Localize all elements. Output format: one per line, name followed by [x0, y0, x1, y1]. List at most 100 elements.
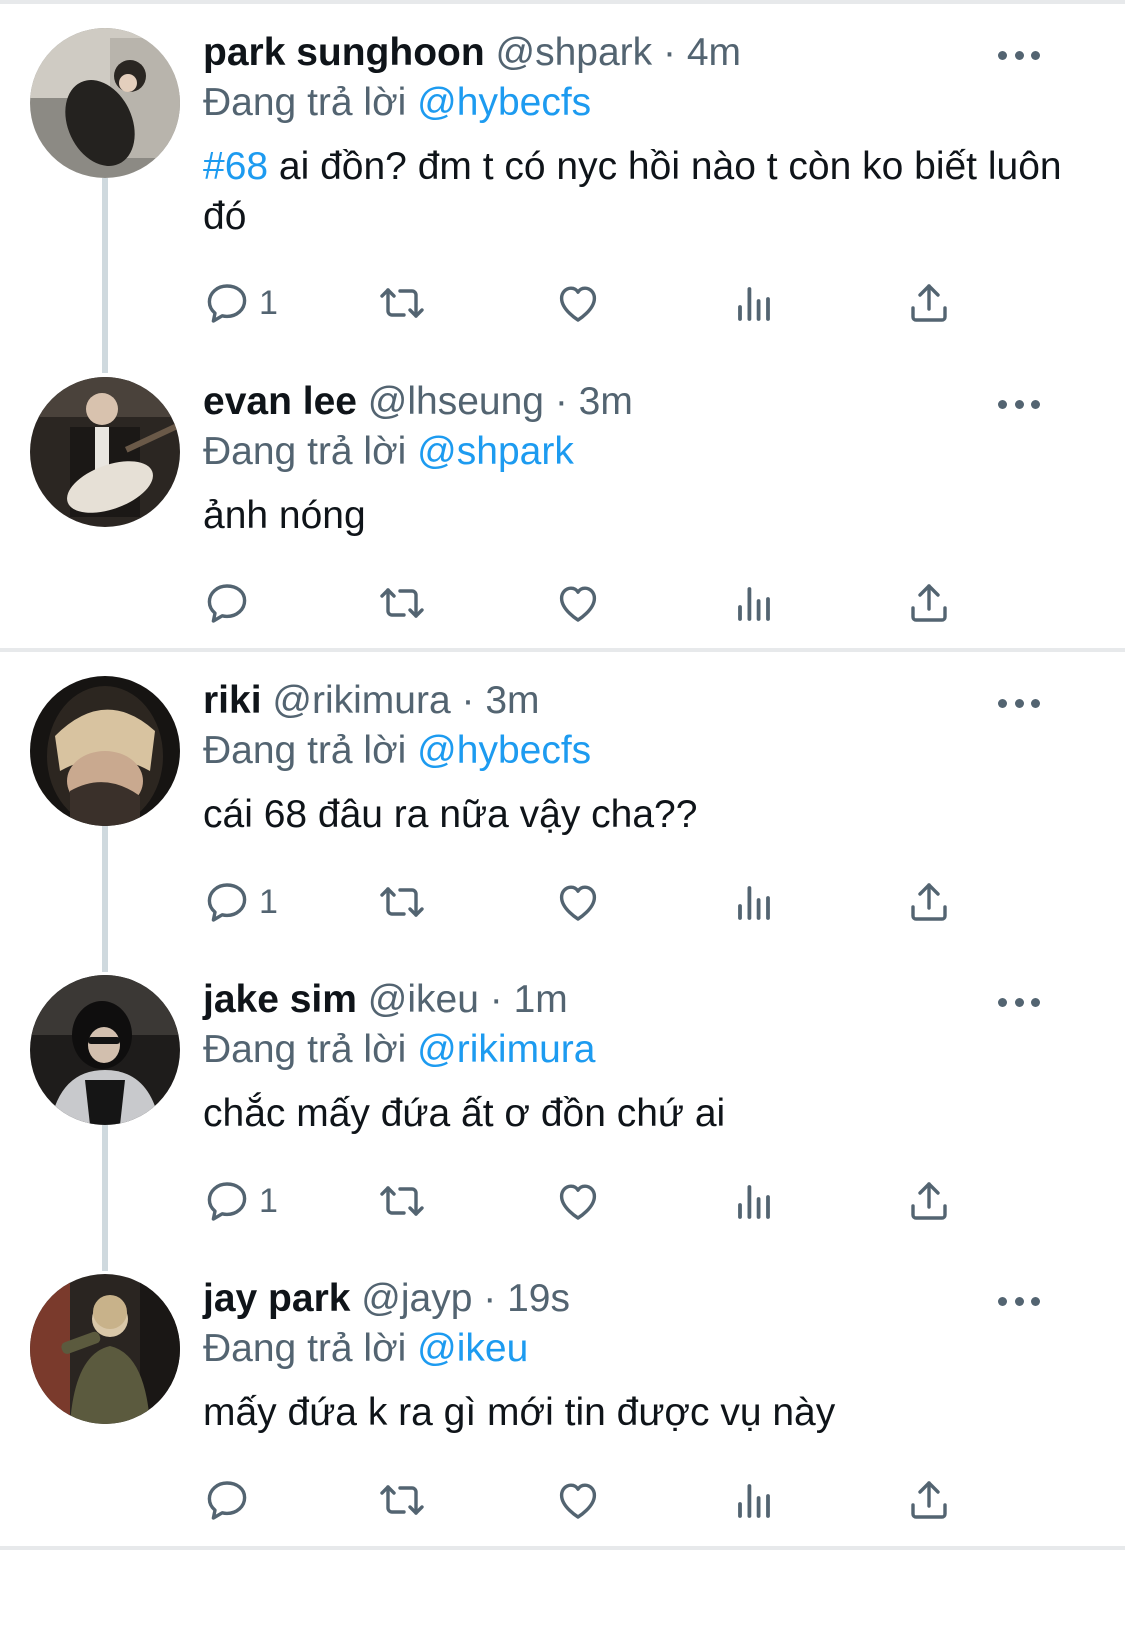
reply-icon — [203, 1476, 251, 1524]
reply-icon — [203, 579, 251, 627]
share-icon — [905, 1177, 953, 1225]
reply-count: 1 — [259, 1181, 278, 1220]
timestamp[interactable]: · 1m — [490, 978, 568, 1021]
reply-prefix: Đang trả lời — [203, 81, 407, 124]
handle[interactable]: @lhseung — [368, 380, 544, 423]
retweet-icon — [378, 1177, 426, 1225]
views-button[interactable] — [730, 1475, 778, 1525]
reply-icon — [203, 279, 251, 327]
display-name[interactable]: evan lee — [203, 380, 357, 423]
tweet-text: chắc mấy đứa ất ơ đồn chứ ai — [203, 1089, 1083, 1139]
views-icon — [730, 878, 778, 926]
tweet-header: jake sim @ikeu · 1m — [203, 975, 1083, 1025]
views-button[interactable] — [730, 1176, 778, 1226]
timestamp[interactable]: · 3m — [462, 679, 540, 722]
replying-to: Đang trả lời @rikimura — [203, 1025, 1083, 1075]
replying-to: Đang trả lời @hybecfs — [203, 726, 1083, 776]
timestamp[interactable]: · 4m — [663, 31, 741, 74]
display-name[interactable]: park sunghoon — [203, 31, 485, 74]
display-name[interactable]: jake sim — [203, 978, 357, 1021]
views-button[interactable] — [730, 877, 778, 927]
avatar[interactable] — [30, 28, 180, 178]
avatar[interactable] — [30, 676, 180, 826]
reply-prefix: Đang trả lời — [203, 729, 407, 772]
mention-link[interactable]: @rikimura — [417, 1028, 595, 1071]
reply-count: 1 — [259, 283, 278, 322]
top-divider — [0, 0, 1125, 4]
display-name[interactable]: jay park — [203, 1277, 350, 1320]
views-icon — [730, 1177, 778, 1225]
thread-line — [102, 1125, 108, 1271]
tweet-body: mấy đứa k ra gì mới tin được vụ này — [203, 1391, 836, 1434]
like-button[interactable] — [554, 578, 602, 628]
share-icon — [905, 1476, 953, 1524]
mention-link[interactable]: @hybecfs — [417, 729, 591, 772]
reply-prefix: Đang trả lời — [203, 430, 407, 473]
tweet-header: riki @rikimura · 3m — [203, 676, 1083, 726]
retweet-button[interactable] — [378, 278, 426, 328]
thread-line — [102, 178, 108, 373]
reply-button[interactable]: 1 — [203, 278, 278, 328]
views-icon — [730, 279, 778, 327]
timestamp[interactable]: · 3m — [555, 380, 633, 423]
share-icon — [905, 878, 953, 926]
share-button[interactable] — [905, 877, 953, 927]
reply-icon — [203, 1177, 251, 1225]
views-icon — [730, 1476, 778, 1524]
replying-to: Đang trả lời @hybecfs — [203, 78, 1083, 128]
like-button[interactable] — [554, 1475, 602, 1525]
share-icon — [905, 579, 953, 627]
tweet-text: cái 68 đâu ra nữa vậy cha?? — [203, 790, 1083, 840]
like-icon — [554, 1177, 602, 1225]
reply-button[interactable]: 1 — [203, 1176, 278, 1226]
share-button[interactable] — [905, 578, 953, 628]
mention-link[interactable]: @shpark — [417, 430, 574, 473]
retweet-button[interactable] — [378, 877, 426, 927]
mention-link[interactable]: @ikeu — [417, 1327, 528, 1370]
handle[interactable]: @rikimura — [272, 679, 450, 722]
views-button[interactable] — [730, 278, 778, 328]
tweet-body: chắc mấy đứa ất ơ đồn chứ ai — [203, 1092, 726, 1135]
tweet-body: cái 68 đâu ra nữa vậy cha?? — [203, 793, 698, 836]
like-icon — [554, 579, 602, 627]
handle[interactable]: @shpark — [496, 31, 653, 74]
display-name[interactable]: riki — [203, 679, 262, 722]
reply-count: 1 — [259, 882, 278, 921]
retweet-button[interactable] — [378, 1176, 426, 1226]
tweet-actions: 1 — [203, 1176, 963, 1226]
reply-button[interactable] — [203, 578, 259, 628]
tweet-text: mấy đứa k ra gì mới tin được vụ này — [203, 1388, 1083, 1438]
like-button[interactable] — [554, 278, 602, 328]
mention-link[interactable]: @hybecfs — [417, 81, 591, 124]
reply-icon — [203, 878, 251, 926]
tweet-body: ai đồn? đm t có nyc hồi nào t còn ko biế… — [203, 145, 1062, 238]
reply-prefix: Đang trả lời — [203, 1327, 407, 1370]
reply-button[interactable]: 1 — [203, 877, 278, 927]
reply-button[interactable] — [203, 1475, 259, 1525]
avatar[interactable] — [30, 1274, 180, 1424]
tweet-body: ảnh nóng — [203, 494, 366, 537]
like-button[interactable] — [554, 1176, 602, 1226]
avatar[interactable] — [30, 377, 180, 527]
avatar[interactable] — [30, 975, 180, 1125]
replying-to: Đang trả lời @shpark — [203, 427, 1083, 477]
tweet-actions: 1 — [203, 278, 963, 328]
hashtag-link[interactable]: #68 — [203, 145, 268, 188]
share-button[interactable] — [905, 1176, 953, 1226]
share-button[interactable] — [905, 278, 953, 328]
like-button[interactable] — [554, 877, 602, 927]
retweet-button[interactable] — [378, 1475, 426, 1525]
share-button[interactable] — [905, 1475, 953, 1525]
retweet-button[interactable] — [378, 578, 426, 628]
replying-to: Đang trả lời @ikeu — [203, 1324, 1083, 1374]
handle[interactable]: @jayp — [361, 1277, 472, 1320]
handle[interactable]: @ikeu — [368, 978, 479, 1021]
share-icon — [905, 279, 953, 327]
tweet-text: ảnh nóng — [203, 491, 1083, 541]
tweet-header: park sunghoon @shpark · 4m — [203, 28, 1083, 78]
timestamp[interactable]: · 19s — [483, 1277, 570, 1320]
views-icon — [730, 579, 778, 627]
views-button[interactable] — [730, 578, 778, 628]
reply-prefix: Đang trả lời — [203, 1028, 407, 1071]
conversation-divider — [0, 648, 1125, 652]
